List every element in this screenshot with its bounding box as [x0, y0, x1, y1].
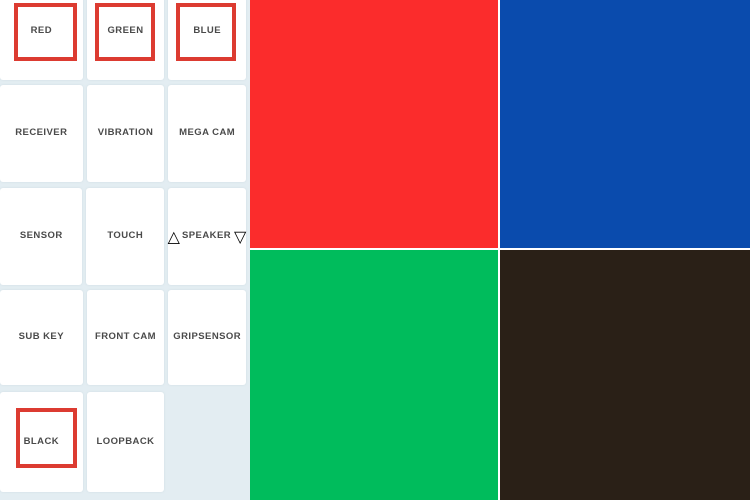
menu-item-label: LOOPBACK: [96, 435, 155, 447]
menu-item-sensor[interactable]: SENSOR: [0, 188, 83, 285]
menu-item-vibration[interactable]: VIBRATION: [86, 85, 165, 182]
menu-item-empty: [168, 392, 246, 492]
test-menu-panel: RED GREEN BLUE RECEIVER VIBRATION MEGA CAM SEN…: [0, 0, 250, 500]
menu-row: SENSOR TOUCH △ SPEAKER ▽: [0, 188, 250, 285]
menu-item-label: VIBRATION: [97, 127, 154, 139]
triangle-up-icon[interactable]: △: [168, 227, 180, 247]
menu-item-sub-key[interactable]: SUB KEY: [0, 290, 83, 385]
menu-item-label: BLUE: [193, 24, 221, 36]
menu-item-label: MEGA CAM: [179, 127, 236, 139]
menu-item-label: GREEN: [107, 24, 144, 36]
color-swatch-black[interactable]: [500, 250, 750, 500]
menu-item-green[interactable]: GREEN: [86, 0, 165, 80]
menu-item-receiver[interactable]: RECEIVER: [0, 85, 83, 182]
color-swatch-green[interactable]: [250, 250, 498, 500]
menu-row: RECEIVER VIBRATION MEGA CAM: [0, 85, 250, 182]
color-swatch-red[interactable]: [250, 0, 498, 248]
menu-item-label: SENSOR: [19, 230, 63, 242]
menu-item-black[interactable]: BLACK: [0, 392, 83, 492]
menu-row: BLACK LOOPBACK: [0, 392, 250, 492]
color-test-panel[interactable]: [250, 0, 750, 500]
menu-row: SUB KEY FRONT CAM GRIPSENSOR: [0, 290, 250, 385]
menu-item-blue[interactable]: BLUE: [168, 0, 246, 80]
menu-item-mega-cam[interactable]: MEGA CAM: [168, 85, 246, 182]
menu-item-label: GRIPSENSOR: [173, 331, 242, 343]
menu-item-speaker[interactable]: △ SPEAKER ▽: [168, 188, 246, 285]
menu-item-gripsensor[interactable]: GRIPSENSOR: [168, 290, 246, 385]
color-swatch-blue[interactable]: [500, 0, 750, 248]
menu-item-red[interactable]: RED: [0, 0, 83, 80]
triangle-down-icon[interactable]: ▽: [234, 227, 246, 247]
menu-item-label: BLACK: [23, 435, 60, 447]
app-root: RED GREEN BLUE RECEIVER VIBRATION MEGA CAM SEN…: [0, 0, 750, 500]
menu-item-touch[interactable]: TOUCH: [86, 188, 164, 285]
menu-item-label: RED: [30, 24, 53, 36]
menu-item-label: FRONT CAM: [94, 331, 157, 343]
menu-item-loopback[interactable]: LOOPBACK: [86, 392, 165, 492]
menu-item-label: SUB KEY: [18, 331, 65, 343]
menu-item-front-cam[interactable]: FRONT CAM: [86, 290, 165, 385]
menu-item-label: RECEIVER: [15, 127, 68, 139]
menu-row: RED GREEN BLUE: [0, 0, 250, 80]
menu-item-label: SPEAKER: [181, 230, 232, 242]
menu-item-label: TOUCH: [107, 230, 144, 242]
